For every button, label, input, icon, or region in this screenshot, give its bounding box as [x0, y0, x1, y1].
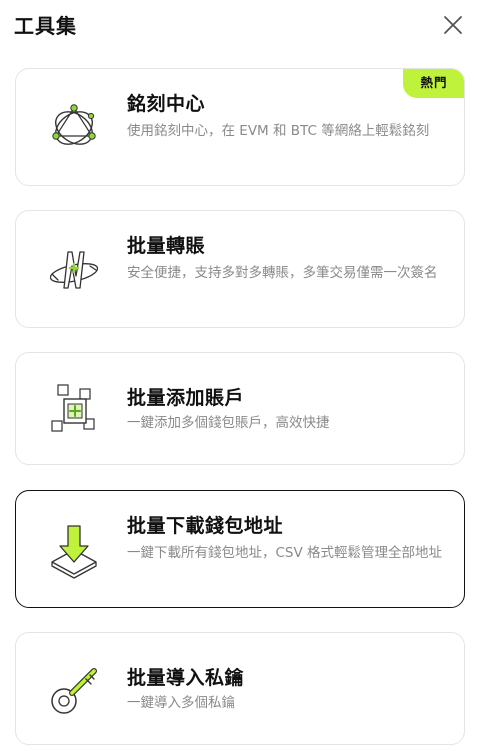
tool-card-import-private-keys[interactable]: 批量導入私鑰 一鍵導入多個私鑰: [15, 632, 465, 745]
card-title: 批量導入私鑰: [127, 667, 245, 689]
hot-badge: 熱門: [403, 69, 464, 98]
card-description: 一鍵下載所有錢包地址，CSV 格式輕鬆管理全部地址: [127, 545, 443, 561]
card-description: 一鍵添加多個錢包賬戶，高效快捷: [127, 415, 330, 431]
tool-card-download-addresses[interactable]: 批量下載錢包地址 一鍵下載所有錢包地址，CSV 格式輕鬆管理全部地址: [15, 490, 465, 608]
close-icon[interactable]: [442, 14, 464, 36]
batch-add-account-icon: [51, 384, 95, 432]
import-key-icon: [51, 668, 97, 714]
inscription-orbit-icon: [52, 104, 96, 145]
card-description: 使用銘刻中心，在 EVM 和 BTC 等網絡上輕鬆銘刻: [127, 123, 430, 139]
card-title: 批量轉賬: [127, 235, 206, 257]
card-description: 安全便捷，支持多對多轉賬，多筆交易僅需一次簽名: [127, 265, 438, 281]
card-description: 一鍵導入多個私鑰: [127, 695, 235, 711]
card-title: 批量添加賬戶: [127, 387, 245, 409]
batch-transfer-icon: [49, 251, 99, 289]
tool-card-batch-add-account[interactable]: 批量添加賬戶 一鍵添加多個錢包賬戶，高效快捷: [15, 352, 465, 465]
header: 工具集: [0, 0, 486, 56]
download-address-icon: [51, 525, 97, 579]
tool-card-batch-transfer[interactable]: 批量轉賬 安全便捷，支持多對多轉賬，多筆交易僅需一次簽名: [15, 210, 465, 328]
card-title: 批量下載錢包地址: [127, 515, 284, 537]
tool-card-inscription-center[interactable]: 熱門 銘刻中心 使用銘刻中心，在 EVM 和 BTC 等網絡上輕鬆銘刻: [15, 68, 465, 186]
page-title: 工具集: [14, 14, 77, 38]
card-title: 銘刻中心: [127, 93, 206, 115]
